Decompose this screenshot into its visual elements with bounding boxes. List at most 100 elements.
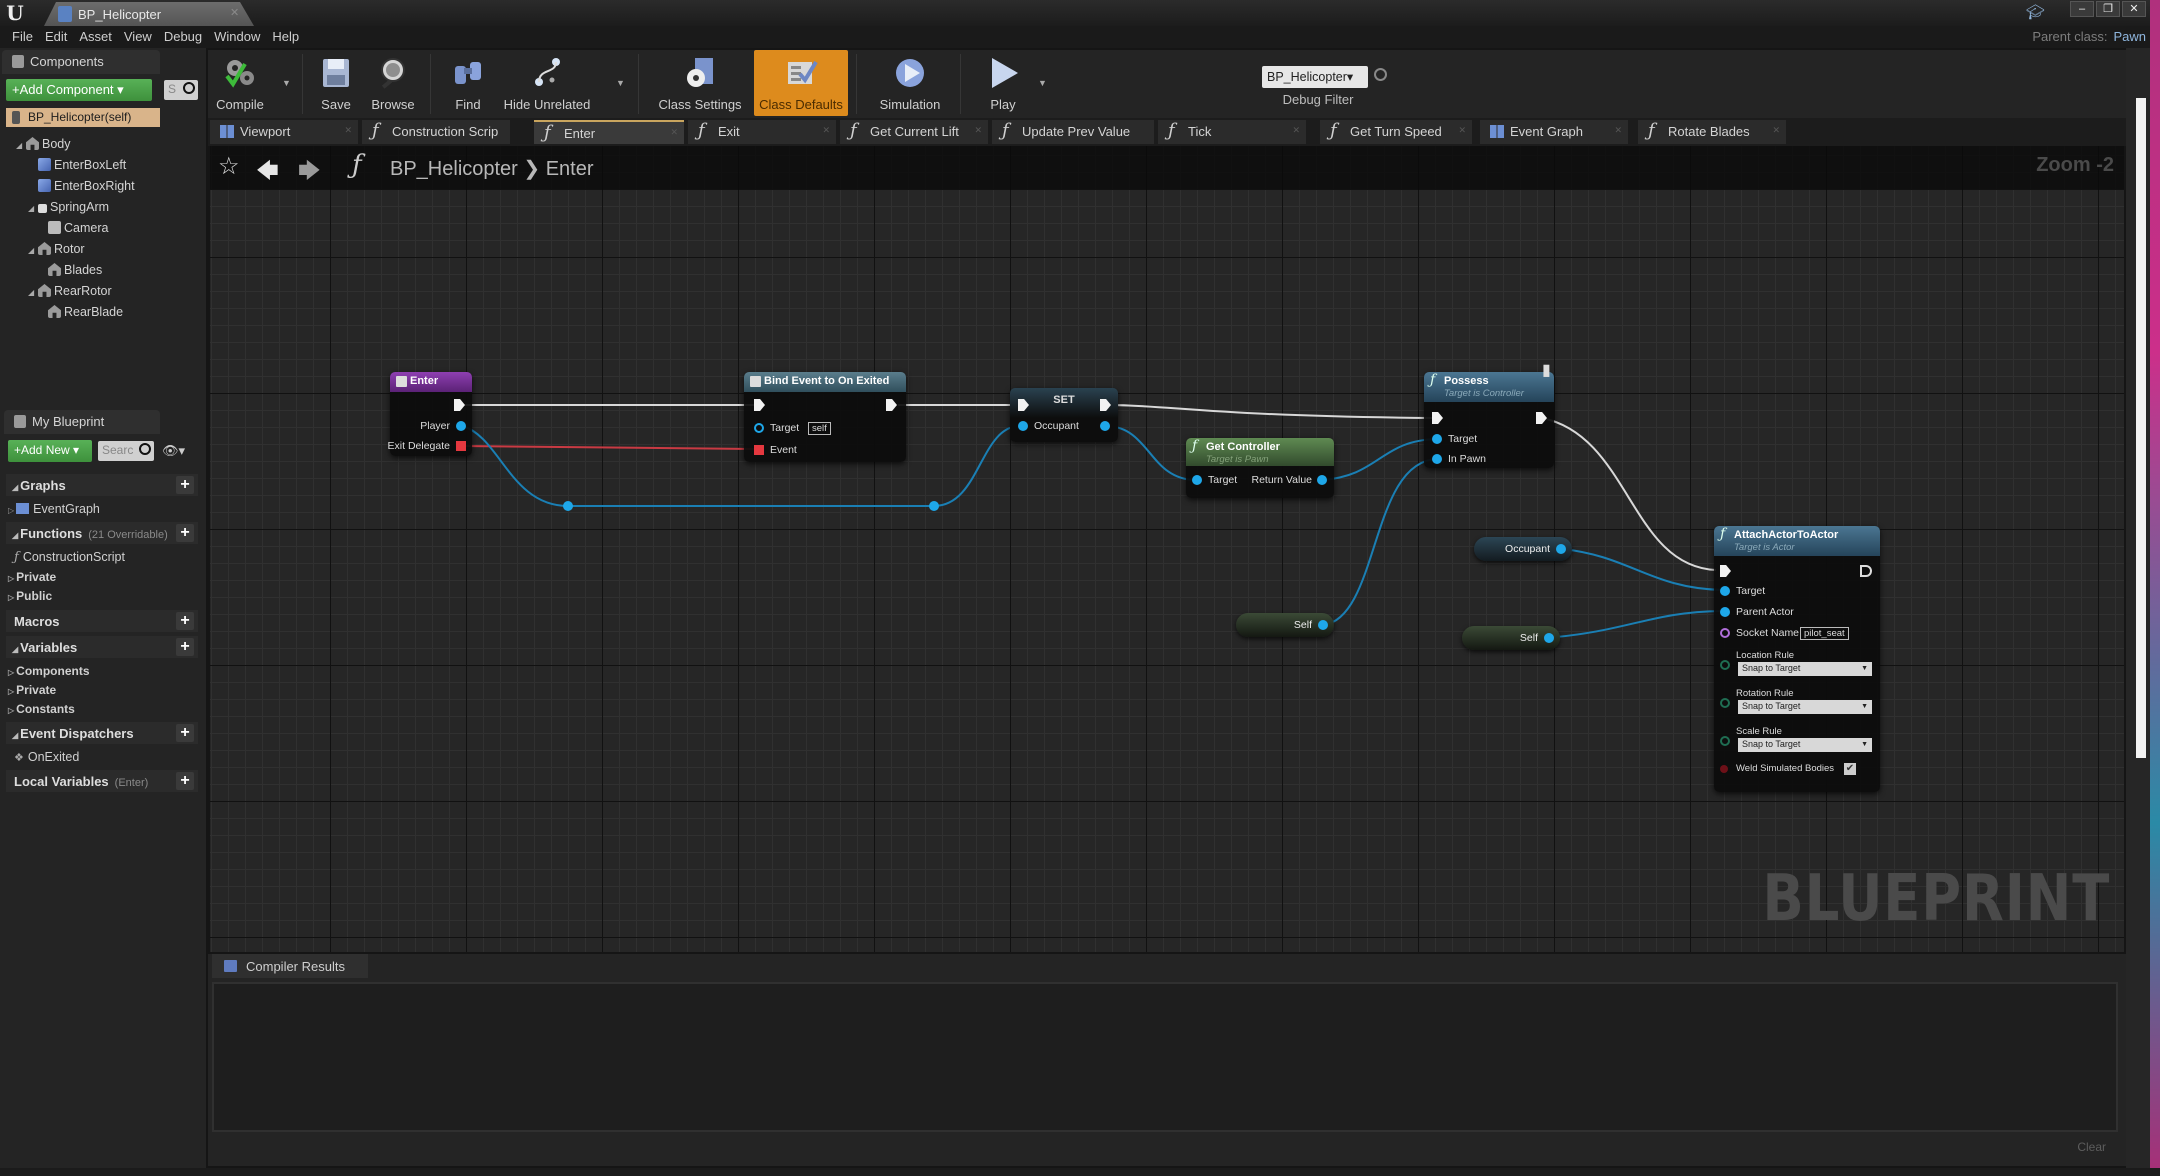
tab-enter[interactable]: ƒ Enter ✕ xyxy=(534,120,684,144)
item-onexited[interactable]: ❖ OnExited xyxy=(14,748,79,766)
back-arrow-icon[interactable]: 🡄︎ xyxy=(256,154,279,192)
node-bind-event[interactable]: Bind Event to On Exited Target self Even… xyxy=(744,372,906,462)
debug-search-icon[interactable] xyxy=(1374,68,1387,81)
tab-close-icon[interactable]: ✕ xyxy=(670,127,678,138)
pin-occupant-out[interactable] xyxy=(1556,544,1566,554)
pin-scale-rule[interactable] xyxy=(1720,736,1730,746)
tree-item-camera[interactable]: Camera xyxy=(48,218,108,238)
pin-event[interactable] xyxy=(754,445,764,455)
favorite-star-icon[interactable]: ☆ xyxy=(218,152,240,181)
blueprint-graph-canvas[interactable]: ☆ 🡄︎ 🡆︎ ƒ BP_Helicopter ❯ Enter Zoom -2 … xyxy=(210,146,2124,952)
pin-target[interactable] xyxy=(1192,475,1202,485)
node-set[interactable]: SET Occupant xyxy=(1010,388,1118,442)
tree-item-enterboxright[interactable]: EnterBoxRight xyxy=(38,176,135,196)
debug-object-select[interactable]: BP_Helicopter▾ xyxy=(1262,66,1368,88)
pin-rotation-rule[interactable] xyxy=(1720,698,1730,708)
tab-update-prev-value[interactable]: ƒ Update Prev Value xyxy=(992,120,1154,144)
document-tab[interactable]: BP_Helicopter ✕ xyxy=(44,2,254,26)
node-get-controller[interactable]: ƒ Get Controller Target is Pawn Target Re… xyxy=(1186,438,1334,498)
side-scrollbar[interactable] xyxy=(2136,98,2146,758)
menu-view[interactable]: View xyxy=(120,26,160,48)
pin-return-value[interactable] xyxy=(1317,475,1327,485)
pin-parent-actor[interactable] xyxy=(1720,607,1730,617)
expand-arrow-icon[interactable]: ◢ xyxy=(28,241,38,261)
expand-arrow-icon[interactable]: ◢ xyxy=(28,199,38,219)
tab-close-icon[interactable]: ✕ xyxy=(1458,125,1466,136)
add-function-button[interactable]: + xyxy=(176,524,194,542)
exec-out-pin[interactable] xyxy=(1860,565,1872,577)
minimize-button[interactable]: – xyxy=(2070,1,2094,17)
item-constructionscript[interactable]: ƒ ConstructionScript xyxy=(14,548,125,566)
tutorial-icon[interactable]: 🎓︎ xyxy=(2026,3,2045,21)
pin-in-pawn[interactable] xyxy=(1432,454,1442,464)
components-tab[interactable]: Components xyxy=(2,50,160,74)
add-event-dispatcher-button[interactable]: + xyxy=(176,724,194,742)
section-macros[interactable]: Macros + xyxy=(6,610,198,632)
pin-target[interactable] xyxy=(1720,586,1730,596)
pin-player[interactable] xyxy=(456,421,466,431)
tab-close-icon[interactable]: ✕ xyxy=(1292,125,1300,136)
add-graph-button[interactable]: + xyxy=(176,476,194,494)
parent-class-link[interactable]: Pawn xyxy=(2113,29,2146,44)
browse-button[interactable]: Browse xyxy=(364,50,422,116)
tab-close-icon[interactable]: ✕ xyxy=(822,125,830,136)
self-component-row[interactable]: BP_Helicopter(self) xyxy=(6,108,160,127)
breadcrumb[interactable]: BP_Helicopter ❯ Enter xyxy=(390,156,594,181)
node-possess[interactable]: ƒ Possess Target is Controller ▮ Target I… xyxy=(1424,362,1554,468)
pin-exit-delegate[interactable] xyxy=(456,441,466,451)
add-local-variable-button[interactable]: + xyxy=(176,772,194,790)
tab-close-icon[interactable]: ✕ xyxy=(1772,125,1780,136)
add-component-button[interactable]: +Add Component ▾ xyxy=(6,79,152,101)
exec-out-pin[interactable] xyxy=(454,399,465,411)
tree-item-rearrotor[interactable]: ◢ RearRotor xyxy=(28,281,112,301)
scale-rule-select[interactable]: Snap to Target ▼ xyxy=(1738,738,1872,752)
socket-name-input[interactable]: pilot_seat xyxy=(1800,627,1849,640)
compiler-results-tab[interactable]: Compiler Results xyxy=(212,954,368,978)
menu-help[interactable]: Help xyxy=(268,26,307,48)
add-macro-button[interactable]: + xyxy=(176,612,194,630)
section-event-dispatchers[interactable]: ◢ Event Dispatchers + xyxy=(6,722,198,744)
group-functions-private[interactable]: ▷ Private xyxy=(8,568,56,586)
tab-get-current-lift[interactable]: ƒ Get Current Lift ✕ xyxy=(840,120,988,144)
tree-item-springarm[interactable]: ◢ SpringArm xyxy=(28,197,109,217)
rotation-rule-select[interactable]: Snap to Target ▼ xyxy=(1738,700,1872,714)
section-graphs[interactable]: ◢ Graphs + xyxy=(6,474,198,496)
tab-viewport[interactable]: Viewport ✕ xyxy=(210,120,358,144)
menu-window[interactable]: Window xyxy=(210,26,268,48)
tab-event-graph[interactable]: Event Graph ✕ xyxy=(1480,120,1628,144)
my-blueprint-search[interactable]: Searc xyxy=(98,441,154,461)
pin-target[interactable] xyxy=(754,423,764,433)
target-default-value[interactable]: self xyxy=(808,422,831,435)
location-rule-select[interactable]: Snap to Target ▼ xyxy=(1738,662,1872,676)
menu-asset[interactable]: Asset xyxy=(75,26,120,48)
menu-debug[interactable]: Debug xyxy=(160,26,210,48)
exec-in-pin[interactable] xyxy=(1720,565,1731,577)
add-variable-button[interactable]: + xyxy=(176,638,194,656)
tab-get-turn-speed[interactable]: ƒ Get Turn Speed ✕ xyxy=(1320,120,1472,144)
exec-out-pin[interactable] xyxy=(1536,412,1547,424)
compile-options-dropdown[interactable]: ▼ xyxy=(282,78,291,88)
node-get-occupant[interactable]: Occupant xyxy=(1474,537,1572,561)
group-variables-private[interactable]: ▷ Private xyxy=(8,681,56,699)
close-window-button[interactable]: ✕ xyxy=(2122,1,2146,17)
tree-item-rotor[interactable]: ◢ Rotor xyxy=(28,239,85,259)
node-self-2[interactable]: Self xyxy=(1462,626,1560,650)
exec-out-pin[interactable] xyxy=(886,399,897,411)
save-button[interactable]: Save xyxy=(308,50,364,116)
hide-unrelated-dropdown[interactable]: ▼ xyxy=(616,78,625,88)
tab-close-icon[interactable]: ✕ xyxy=(1614,125,1622,136)
tab-rotate-blades[interactable]: ƒ Rotate Blades ✕ xyxy=(1638,120,1786,144)
tree-item-rearblade[interactable]: RearBlade xyxy=(48,302,123,322)
tab-exit[interactable]: ƒ Exit ✕ xyxy=(688,120,836,144)
maximize-button[interactable]: ❐ xyxy=(2096,1,2120,17)
pin-location-rule[interactable] xyxy=(1720,660,1730,670)
node-enter[interactable]: Enter Player Exit Delegate xyxy=(388,372,472,456)
node-self-1[interactable]: Self xyxy=(1236,613,1334,637)
view-options-eye-icon[interactable]: 👁︎▾ xyxy=(162,443,185,459)
tab-construction-script[interactable]: ƒ Construction Scrip xyxy=(362,120,510,144)
pin-socket-name[interactable] xyxy=(1720,628,1730,638)
reroute-node[interactable] xyxy=(563,501,573,511)
compile-button[interactable]: Compile xyxy=(208,50,272,116)
components-search[interactable]: S xyxy=(164,80,198,100)
exec-in-pin[interactable] xyxy=(1432,412,1443,424)
